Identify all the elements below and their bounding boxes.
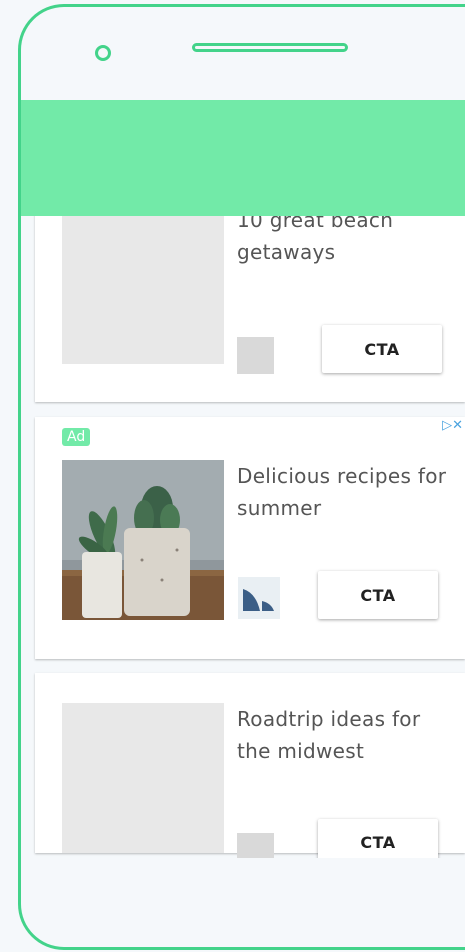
card-icon-placeholder bbox=[237, 833, 274, 858]
advertiser-logo bbox=[238, 577, 280, 619]
ad-card[interactable]: Ad ▷✕ Delicious recipes for summer CTA bbox=[35, 417, 465, 659]
ad-headline[interactable]: Delicious recipes for summer bbox=[237, 460, 457, 524]
feed-card[interactable]: Roadtrip ideas for the midwest CTA bbox=[35, 673, 465, 858]
card-thumbnail bbox=[62, 204, 224, 364]
card-icon-placeholder bbox=[237, 337, 274, 374]
ad-badge: Ad bbox=[62, 428, 91, 446]
camera-icon bbox=[95, 45, 111, 61]
cta-button[interactable]: CTA bbox=[318, 819, 438, 858]
ad-cta-button[interactable]: CTA bbox=[318, 571, 438, 619]
card-thumbnail bbox=[62, 703, 224, 853]
speaker-grille bbox=[192, 43, 348, 52]
ad-image bbox=[62, 460, 224, 620]
app-screen: 10 great beach getaways CTA Ad ▷✕ Delici… bbox=[21, 100, 465, 858]
card-title: Roadtrip ideas for the midwest bbox=[237, 707, 421, 763]
app-bar bbox=[21, 100, 465, 216]
adchoices-icon[interactable]: ▷✕ bbox=[442, 418, 463, 433]
cta-button[interactable]: CTA bbox=[322, 325, 442, 373]
